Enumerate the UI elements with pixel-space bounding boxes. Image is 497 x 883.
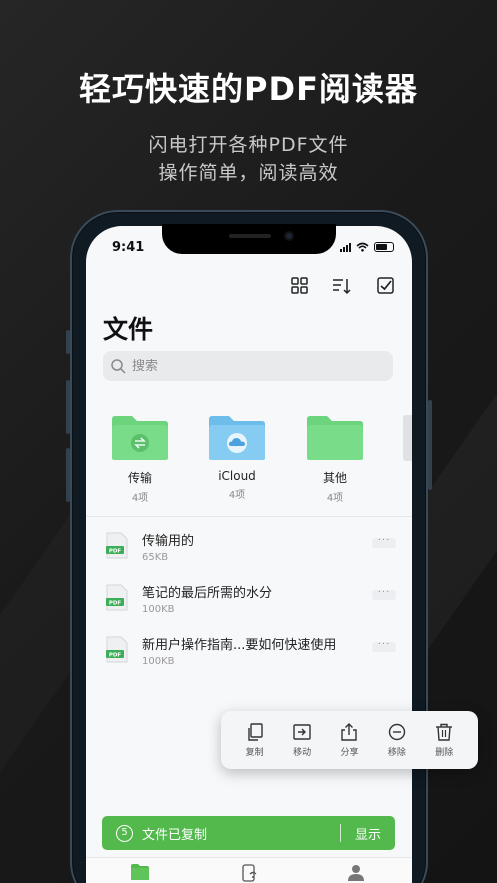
folder-name: 传输 <box>127 471 152 485</box>
more-options-button[interactable]: ··· <box>372 588 396 600</box>
green-folder-icon <box>307 416 363 460</box>
phone-camera <box>284 231 294 241</box>
file-size: 65KB <box>142 552 169 563</box>
pdf-badge-text: PDF <box>109 600 122 606</box>
move-action[interactable]: 移动 <box>282 723 322 758</box>
folder-icloud[interactable]: iCloud 4项 <box>206 415 268 501</box>
pdf-file-icon: PDF <box>106 532 128 559</box>
promo-subtitle-2: 操作简单，阅读高效 <box>158 162 339 184</box>
status-time: 9:41 <box>112 240 145 255</box>
action-label: 复制 <box>245 747 264 758</box>
phone-volume-up-button <box>66 380 70 434</box>
battery-icon <box>374 242 394 252</box>
grid-view-icon[interactable] <box>290 277 310 295</box>
promo-title: 轻巧快速的PDF阅读器 <box>79 70 418 108</box>
wifi-icon <box>356 242 369 252</box>
file-name: 传输用的 <box>142 534 195 549</box>
section-divider <box>86 516 412 517</box>
toast-divider <box>339 824 341 842</box>
folder-count: 4项 <box>131 493 149 504</box>
action-label: 删除 <box>435 747 454 758</box>
file-action-popup: 复制 移动 分享 移除 删除 <box>221 711 478 769</box>
move-icon <box>293 723 311 740</box>
sort-icon[interactable] <box>332 277 352 295</box>
file-size: 100KB <box>142 604 175 615</box>
share-icon <box>341 722 358 741</box>
phone-volume-down-button <box>66 448 70 502</box>
folder-name: iCloud <box>218 469 256 483</box>
share-action[interactable]: 分享 <box>329 722 369 758</box>
pdf-badge-text: PDF <box>109 652 122 658</box>
copy-icon <box>247 722 263 741</box>
pdf-file-icon: PDF <box>106 636 128 663</box>
promo-subtitle-1: 闪电打开各种PDF文件 <box>148 134 349 156</box>
select-checkbox-icon[interactable] <box>376 277 396 295</box>
copied-toast: 5 文件已复制 显示 <box>102 816 395 850</box>
copy-action[interactable]: 复制 <box>235 722 275 758</box>
page-title: 文件 <box>103 315 154 344</box>
action-label: 分享 <box>340 747 359 758</box>
search-bar[interactable] <box>103 351 393 381</box>
pdf-file-icon: PDF <box>106 584 128 611</box>
status-icons <box>340 242 394 252</box>
tab-bar <box>86 857 412 883</box>
file-size: 100KB <box>142 656 175 667</box>
file-row[interactable]: PDF 新用户操作指南...要如何快速使用 100KB ··· <box>86 634 412 680</box>
signal-icon <box>340 242 351 252</box>
toast-show-button[interactable]: 显示 <box>355 824 381 843</box>
more-options-button[interactable]: ··· <box>372 640 396 652</box>
pdf-badge-text: PDF <box>109 548 122 554</box>
files-tab-icon[interactable] <box>131 864 149 880</box>
action-label: 移动 <box>293 747 312 758</box>
remove-action[interactable]: 移除 <box>377 723 417 758</box>
folder-name: 其他 <box>322 471 347 485</box>
folder-partial-next[interactable] <box>403 415 412 461</box>
phone-mute-button <box>66 330 70 354</box>
folder-count: 4项 <box>228 490 246 501</box>
search-icon <box>111 358 126 374</box>
delete-action[interactable]: 删除 <box>424 723 464 758</box>
toast-countdown: 5 <box>116 824 133 842</box>
folder-other[interactable]: 其他 4项 <box>304 415 366 504</box>
folder-transfer[interactable]: 传输 4项 <box>109 415 171 504</box>
action-label: 移除 <box>387 747 406 758</box>
file-name: 笔记的最后所需的水分 <box>142 586 273 601</box>
folder-count: 4项 <box>326 493 344 504</box>
search-input[interactable] <box>132 358 372 374</box>
file-row[interactable]: PDF 传输用的 65KB ··· <box>86 530 412 576</box>
trash-icon <box>436 723 453 741</box>
phone-power-button <box>428 400 432 490</box>
phone-speaker <box>229 234 271 238</box>
wifi-transfer-tab-icon[interactable] <box>242 864 258 882</box>
more-options-button[interactable]: ··· <box>372 536 396 548</box>
file-name: 新用户操作指南...要如何快速使用 <box>142 638 337 653</box>
phone-notch <box>162 224 336 254</box>
toast-message: 文件已复制 <box>142 827 208 843</box>
file-row[interactable]: PDF 笔记的最后所需的水分 100KB ··· <box>86 582 412 628</box>
profile-tab-icon[interactable] <box>348 864 364 882</box>
blue-folder-icon <box>209 416 265 460</box>
remove-icon <box>388 723 406 740</box>
green-folder-icon <box>112 416 168 460</box>
